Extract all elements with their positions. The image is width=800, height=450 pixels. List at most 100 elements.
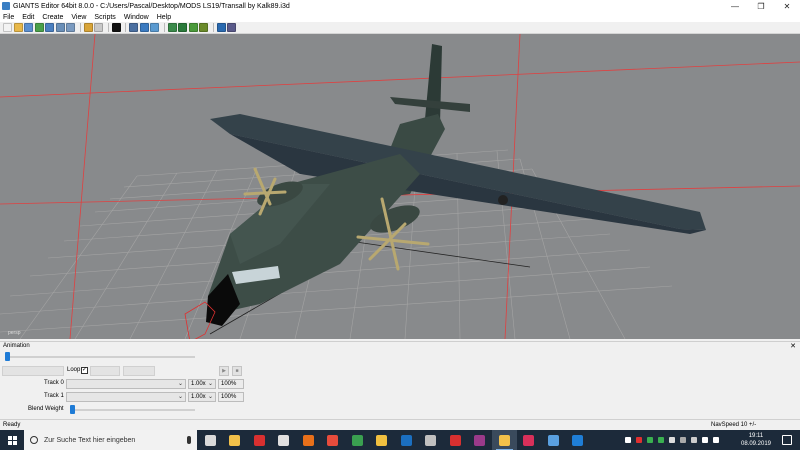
chevron-down-icon: ⌄ [177,381,183,387]
select-icon[interactable] [129,23,138,32]
taskbar-apps [198,430,590,450]
tray-bird-icon[interactable] [668,437,675,443]
network-icon[interactable] [701,437,708,443]
play-icon[interactable] [111,23,121,32]
taskbar-search-box[interactable]: Zur Suche Text hier eingeben [24,430,197,450]
game-taskbar-button[interactable] [345,430,370,450]
3d-viewport[interactable]: persp [0,34,800,339]
task-view-taskbar-button[interactable] [198,430,223,450]
start-button[interactable] [0,430,24,450]
stop-button[interactable]: ■ [232,366,242,376]
track-1-clip-dropdown[interactable]: ⌄ [66,392,186,402]
new-file-icon[interactable] [3,23,12,32]
taskbar-clock[interactable]: 19:11 08.09.2019 [736,432,776,448]
tray-grey-icon[interactable] [690,437,697,443]
toolbar-separator [79,23,81,32]
tray-app-icon[interactable] [635,437,642,443]
clock-time: 19:11 [748,433,764,439]
transall-aircraft-model[interactable] [184,44,706,339]
track-1-speed-dropdown[interactable]: 1.00x ⌄ [188,392,216,402]
tray-game-icon[interactable] [679,437,686,443]
foliage-icon[interactable] [188,23,198,32]
volume-icon[interactable] [712,437,719,443]
open-folder-icon[interactable] [13,23,23,32]
terrain-icon[interactable] [167,23,177,32]
clip-name-field[interactable] [2,366,64,376]
chevron-down-icon: ⌄ [177,394,183,400]
move-icon[interactable] [139,23,149,32]
blend-weight-slider-thumb[interactable] [70,405,75,414]
loop-checkbox[interactable]: ✓ [81,367,88,374]
menu-help[interactable]: Help [157,14,171,21]
track-1-weight-field[interactable]: 100% [218,392,244,402]
toolbar-separator [212,23,214,32]
winrar-taskbar-button[interactable] [468,430,493,450]
menu-scripts[interactable]: Scripts [94,14,115,21]
media-taskbar-button[interactable] [419,430,444,450]
chrome-taskbar-button[interactable] [321,430,346,450]
minimize-button[interactable]: — [722,0,748,12]
save-icon[interactable] [24,23,33,32]
dice-icon [523,434,535,446]
giants-editor-taskbar-button[interactable] [492,430,517,450]
tray-green2-icon[interactable] [657,437,664,443]
menu-edit[interactable]: Edit [22,14,34,21]
firefox-taskbar-button[interactable] [296,430,321,450]
microphone-icon[interactable] [187,436,191,444]
tray-green-icon[interactable] [646,437,653,443]
animation-panel-header: Animation ✕ [0,341,800,350]
undo-icon[interactable] [83,23,93,32]
track-0-weight-field[interactable]: 100% [218,379,244,389]
track-0-label: Track 0 [44,380,64,386]
decal-icon[interactable] [199,23,208,32]
game-launcher-taskbar-button[interactable] [370,430,395,450]
save-all-icon[interactable] [45,23,54,32]
camera-label: persp [8,330,21,336]
up-arrow-icon[interactable] [624,437,631,443]
status-bar: Ready NavSpeed 10 +/- [0,419,800,430]
menu-create[interactable]: Create [42,14,63,21]
menu-window[interactable]: Window [124,14,149,21]
system-tray [622,430,721,450]
timeline-track[interactable] [5,356,195,358]
import-icon[interactable] [66,23,75,32]
search-placeholder: Zur Suche Text hier eingeben [44,436,136,444]
menu-file[interactable]: File [3,14,14,21]
app-red2-taskbar-button[interactable] [443,430,468,450]
photos-taskbar-button[interactable] [541,430,566,450]
file-explorer-taskbar-button[interactable] [223,430,248,450]
media-icon [425,434,437,446]
firefox-icon [302,434,314,446]
clip-start-field[interactable] [90,366,120,376]
rotate-icon[interactable] [150,23,159,32]
track-0-speed-dropdown[interactable]: 1.00x ⌄ [188,379,216,389]
clip-end-field[interactable] [123,366,155,376]
close-button[interactable]: ✕ [774,0,800,12]
toolbar-separator [163,23,165,32]
notification-center-icon[interactable] [782,435,792,445]
track-0-clip-dropdown[interactable]: ⌄ [66,379,186,389]
export-icon[interactable] [55,23,65,32]
blend-weight-label: Blend Weight [28,406,64,412]
menu-view[interactable]: View [71,14,86,21]
dice-taskbar-button[interactable] [517,430,542,450]
store-taskbar-button[interactable] [272,430,297,450]
steam-icon [400,434,412,446]
animation-panel-close-button[interactable]: ✕ [790,342,796,350]
steam-taskbar-button[interactable] [394,430,419,450]
tools-gear-icon[interactable] [227,23,236,32]
refresh-icon[interactable] [34,23,44,32]
app-red2-icon [449,434,461,446]
windows-logo-icon [7,435,17,445]
timeline-slider-thumb[interactable] [5,352,10,361]
paint-icon[interactable] [178,23,187,32]
blend-weight-track[interactable] [70,409,195,411]
play-button[interactable]: ▶ [219,366,229,376]
edge-icon [572,434,584,446]
maximize-button[interactable]: ❐ [748,0,774,12]
edge-taskbar-button[interactable] [566,430,591,450]
app-red-taskbar-button[interactable] [247,430,272,450]
settings-gear-icon[interactable] [216,23,226,32]
store-icon [278,434,290,446]
redo-icon[interactable] [94,23,103,32]
